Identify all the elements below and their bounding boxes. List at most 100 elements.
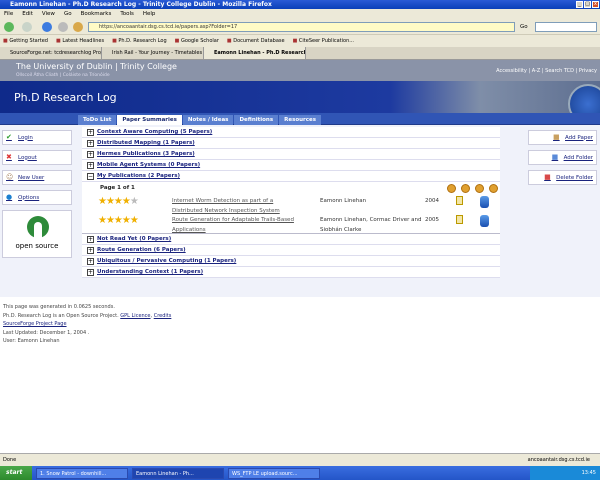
notes-icon[interactable] bbox=[456, 196, 463, 205]
options-button[interactable]: ● Options bbox=[2, 190, 72, 205]
tab-todo[interactable]: ToDo List bbox=[78, 115, 117, 125]
browser-tab-sourceforge[interactable]: SourceForge.net: tcdresearchlog Project:… bbox=[0, 47, 102, 59]
open-source-text: open source bbox=[15, 242, 59, 250]
bookmark-research-log[interactable]: Ph.D. Research Log bbox=[112, 35, 166, 47]
menu-edit[interactable]: Edit bbox=[22, 9, 33, 19]
login-button[interactable]: ✔ Login bbox=[2, 130, 72, 145]
paper-title-link[interactable]: Route Generation for Adaptable Trails-Ba… bbox=[172, 215, 302, 235]
forward-icon[interactable] bbox=[22, 22, 32, 32]
database-icon[interactable] bbox=[480, 215, 489, 227]
folder-item[interactable]: + Not Read Yet (0 Papers) bbox=[82, 234, 500, 245]
folder-label[interactable]: Hermes Publications (3 Papers) bbox=[97, 151, 195, 157]
address-bar[interactable]: https://ancoaantair.dsg.cs.tcd.ie/papers… bbox=[88, 22, 515, 32]
folder-label[interactable]: My Publications (2 Papers) bbox=[97, 173, 180, 179]
folder-item[interactable]: + Mobile Agent Systems (0 Papers) bbox=[82, 160, 500, 171]
expand-icon[interactable]: + bbox=[87, 235, 94, 243]
university-name-irish: Ollscoil Átha Cliath | Coláiste na Tríon… bbox=[16, 73, 110, 78]
gpl-link[interactable]: GPL Licence bbox=[120, 313, 150, 319]
taskbar-item[interactable]: 1. Snow Patrol - downhill... bbox=[36, 467, 128, 479]
stop-icon[interactable] bbox=[58, 22, 68, 32]
folder-label[interactable]: Distributed Mapping (1 Papers) bbox=[97, 140, 195, 146]
search-input[interactable] bbox=[535, 22, 597, 32]
next-page-icon[interactable] bbox=[475, 184, 484, 193]
folder-label[interactable]: Route Generation (6 Papers) bbox=[97, 247, 186, 253]
browser-tab-irish-rail[interactable]: Irish Rail - Your Journey - Timetables bbox=[102, 47, 204, 59]
delete-folder-label: Delete Folder bbox=[556, 174, 593, 181]
go-button[interactable]: Go bbox=[520, 22, 528, 32]
top-links[interactable]: Accessibility | A-Z | Search TCD | Priva… bbox=[496, 68, 597, 74]
taskbar-item[interactable]: WS_FTP LE upload.sourc... bbox=[228, 467, 320, 479]
folder-label[interactable]: Context Aware Computing (5 Papers) bbox=[97, 129, 212, 135]
expand-icon[interactable]: + bbox=[87, 246, 94, 254]
folder-item[interactable]: + Understanding Context (1 Papers) bbox=[82, 267, 500, 278]
left-sidebar: ✔ Login ✖ Logout ☺ New User ● Options open s… bbox=[2, 130, 72, 258]
paper-year: 2004 bbox=[425, 198, 439, 204]
new-user-button[interactable]: ☺ New User bbox=[2, 170, 72, 185]
paper-authors: Eamonn Linehan, Cormac Driver and Siobhá… bbox=[320, 217, 422, 233]
open-source-logo[interactable]: open source bbox=[2, 210, 72, 258]
bookmarks-toolbar: Getting Started Latest Headlines Ph.D. Res… bbox=[0, 35, 600, 47]
rating-stars[interactable]: ★★★★★ bbox=[98, 215, 139, 226]
window-title: Eamonn Linehan - Ph.D Research Log - Tri… bbox=[0, 0, 600, 9]
delete-folder-button[interactable]: ■ Delete Folder bbox=[528, 170, 597, 185]
start-button[interactable]: start bbox=[0, 466, 32, 480]
bookmark-getting-started[interactable]: Getting Started bbox=[3, 35, 48, 47]
tab-paper-summaries[interactable]: Paper Summaries bbox=[117, 115, 182, 125]
expand-icon[interactable]: + bbox=[87, 161, 94, 169]
sourceforge-link[interactable]: SourceForge Project Page bbox=[3, 321, 67, 327]
home-icon[interactable] bbox=[73, 22, 83, 32]
folder-item[interactable]: + Context Aware Computing (5 Papers) bbox=[82, 127, 500, 138]
tab-resources[interactable]: Resources bbox=[279, 115, 322, 125]
first-page-icon[interactable] bbox=[447, 184, 456, 193]
menu-file[interactable]: File bbox=[4, 9, 13, 19]
university-name[interactable]: The University of Dublin | Trinity Colle… bbox=[16, 62, 177, 71]
maximize-button[interactable]: □ bbox=[584, 1, 591, 8]
expand-icon[interactable]: + bbox=[87, 139, 94, 147]
bookmark-citeseer[interactable]: CiteSeer Publication... bbox=[293, 35, 354, 47]
tab-notes[interactable]: Notes / Ideas bbox=[182, 115, 234, 125]
menu-bookmarks[interactable]: Bookmarks bbox=[81, 9, 112, 19]
close-button[interactable]: x bbox=[592, 1, 599, 8]
reload-icon[interactable] bbox=[42, 22, 52, 32]
rating-stars[interactable]: ★★★★★ bbox=[98, 196, 139, 207]
folder-label[interactable]: Mobile Agent Systems (0 Papers) bbox=[97, 162, 200, 168]
tab-definitions[interactable]: Definitions bbox=[234, 115, 279, 125]
add-folder-button[interactable]: ■ Add Folder bbox=[528, 150, 597, 165]
bookmark-latest-headlines[interactable]: Latest Headlines bbox=[56, 35, 104, 47]
browser-tabs: SourceForge.net: tcdresearchlog Project:… bbox=[0, 47, 600, 60]
menu-help[interactable]: Help bbox=[143, 9, 156, 19]
folder-label[interactable]: Ubiquitous / Pervasive Computing (1 Pape… bbox=[97, 258, 236, 264]
folder-label[interactable]: Understanding Context (1 Papers) bbox=[97, 269, 203, 275]
expand-icon[interactable]: + bbox=[87, 268, 94, 276]
prev-page-icon[interactable] bbox=[461, 184, 470, 193]
site-tabs: ToDo List Paper Summaries Notes / Ideas … bbox=[78, 115, 322, 125]
expand-icon[interactable]: + bbox=[87, 128, 94, 136]
credits-link[interactable]: Credits bbox=[154, 313, 172, 319]
add-paper-button[interactable]: ■ Add Paper bbox=[528, 130, 597, 145]
folder-item-expanded[interactable]: − My Publications (2 Papers) bbox=[82, 171, 500, 182]
logout-button[interactable]: ✖ Logout bbox=[2, 150, 72, 165]
folder-item[interactable]: + Hermes Publications (3 Papers) bbox=[82, 149, 500, 160]
bookmark-document-database[interactable]: Document Database bbox=[227, 35, 284, 47]
menu-go[interactable]: Go bbox=[64, 9, 72, 19]
browser-tab-research-log[interactable]: Eamonn Linehan - Ph.D Research Lo... bbox=[204, 47, 306, 59]
folder-item[interactable]: + Route Generation (6 Papers) bbox=[82, 245, 500, 256]
taskbar-item[interactable]: Eamonn Linehan - Ph... bbox=[132, 467, 224, 479]
folder-item[interactable]: + Ubiquitous / Pervasive Computing (1 Pap… bbox=[82, 256, 500, 267]
expand-icon[interactable]: + bbox=[87, 150, 94, 158]
last-page-icon[interactable] bbox=[489, 184, 498, 193]
minimize-button[interactable]: _ bbox=[576, 1, 583, 8]
back-icon[interactable] bbox=[4, 22, 14, 32]
paper-title-link[interactable]: Internet Worm Detection as part of a Dis… bbox=[172, 196, 302, 216]
collapse-icon[interactable]: − bbox=[87, 172, 94, 180]
bookmark-google-scholar[interactable]: Google Scholar bbox=[175, 35, 219, 47]
notes-icon[interactable] bbox=[456, 215, 463, 224]
expand-icon[interactable]: + bbox=[87, 257, 94, 265]
folder-label[interactable]: Not Read Yet (0 Papers) bbox=[97, 236, 171, 242]
folder-item[interactable]: + Distributed Mapping (1 Papers) bbox=[82, 138, 500, 149]
menu-tools[interactable]: Tools bbox=[120, 9, 134, 19]
menu-view[interactable]: View bbox=[42, 9, 55, 19]
oss-text: Ph.D. Research Log is an Open Source Pro… bbox=[3, 312, 119, 319]
database-icon[interactable] bbox=[480, 196, 489, 208]
paper-row: ★★★★★ Internet Worm Detection as part of… bbox=[82, 196, 500, 216]
